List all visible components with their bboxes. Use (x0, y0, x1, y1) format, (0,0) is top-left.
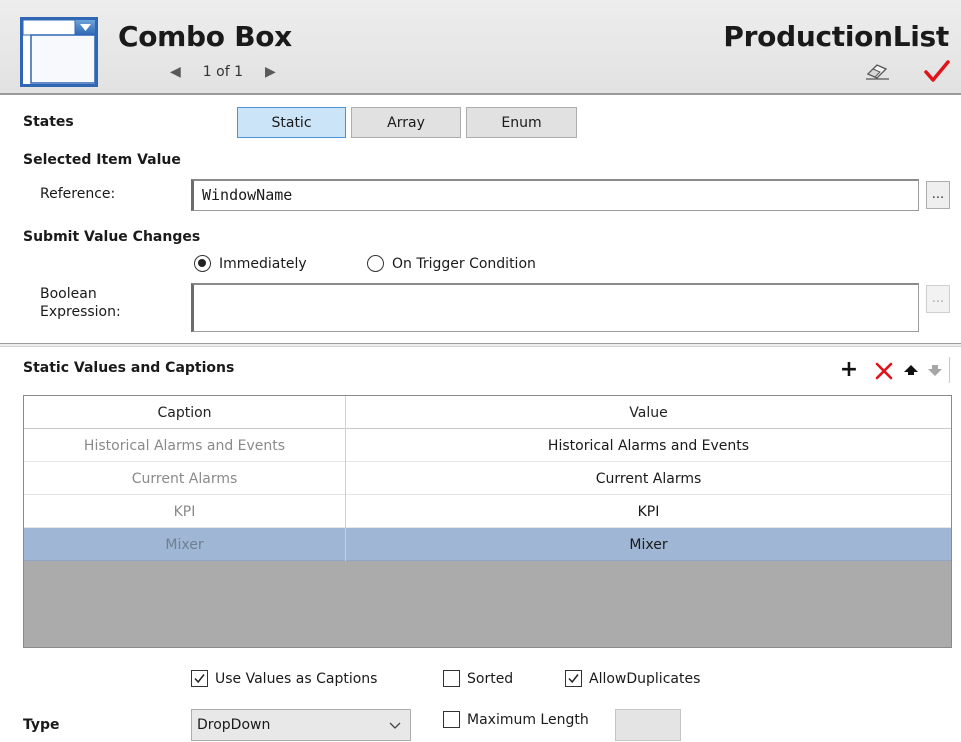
radio-on-trigger-indicator (367, 255, 384, 272)
next-page-icon[interactable]: ▶ (265, 64, 276, 80)
pager-text: 1 of 1 (202, 64, 243, 80)
boolean-browse-button[interactable]: ... (926, 285, 950, 313)
static-values-heading: Static Values and Captions (23, 360, 235, 376)
table-row[interactable]: Current Alarms Current Alarms (24, 462, 951, 495)
column-header-value[interactable]: Value (346, 396, 951, 429)
maximum-length-label: Maximum Length (467, 711, 589, 728)
page-title: Combo Box (118, 20, 292, 53)
object-name: ProductionList (723, 20, 949, 53)
selected-item-value-heading: Selected Item Value (23, 152, 181, 168)
column-separator (345, 396, 346, 561)
caption-cell: Mixer (165, 536, 204, 553)
reference-input[interactable]: WindowName (191, 179, 919, 211)
submit-value-changes-heading: Submit Value Changes (23, 229, 201, 245)
type-label: Type (23, 717, 60, 733)
radio-immediately-indicator (194, 255, 211, 272)
type-dropdown[interactable]: DropDown (191, 709, 411, 741)
caption-cell: KPI (173, 503, 196, 520)
value-cell: KPI (637, 503, 660, 520)
sorted-box (443, 670, 460, 687)
value-cell: Mixer (629, 536, 668, 553)
radio-immediately-label: Immediately (219, 255, 307, 272)
radio-on-trigger-condition[interactable]: On Trigger Condition (367, 255, 536, 272)
allow-duplicates-box (565, 670, 582, 687)
header-bar: Combo Box ◀ 1 of 1 ▶ ProductionList (0, 0, 961, 95)
states-label: States (23, 114, 74, 130)
column-header-caption[interactable]: Caption (24, 396, 345, 429)
boolean-expression-input[interactable] (191, 283, 919, 332)
maximum-length-box (443, 711, 460, 728)
boolean-expression-label: Boolean Expression: (40, 285, 121, 321)
radio-immediately[interactable]: Immediately (194, 255, 307, 272)
toolbar-separator (949, 357, 950, 383)
allow-duplicates-checkbox[interactable]: AllowDuplicates (565, 670, 700, 687)
state-array-button[interactable]: Array (351, 107, 461, 138)
grid-header: Caption Value (24, 396, 951, 429)
radio-on-trigger-label: On Trigger Condition (392, 255, 536, 272)
use-values-as-captions-box (191, 670, 208, 687)
reference-value: WindowName (202, 186, 293, 204)
use-values-as-captions-label: Use Values as Captions (215, 670, 378, 687)
add-icon[interactable]: + (838, 358, 860, 382)
maximum-length-input[interactable] (615, 709, 681, 741)
table-row-selected[interactable]: Mixer Mixer (24, 528, 951, 561)
allow-duplicates-label: AllowDuplicates (589, 670, 701, 687)
use-values-as-captions-checkbox[interactable]: Use Values as Captions (191, 670, 377, 687)
reference-label: Reference: (40, 186, 116, 202)
sorted-label: Sorted (467, 670, 514, 687)
state-static-button[interactable]: Static (237, 107, 346, 138)
table-row[interactable]: Historical Alarms and Events Historical … (24, 429, 951, 462)
reference-browse-button[interactable]: ... (926, 181, 950, 209)
static-values-grid: Caption Value Historical Alarms and Even… (23, 395, 952, 648)
boolean-label-line2: Expression: (40, 304, 121, 320)
apply-check-icon[interactable] (924, 59, 950, 83)
move-up-icon[interactable] (900, 358, 922, 382)
move-down-icon[interactable] (924, 358, 946, 382)
table-row[interactable]: KPI KPI (24, 495, 951, 528)
caption-cell: Current Alarms (131, 470, 238, 487)
pager: ◀ 1 of 1 ▶ (170, 64, 276, 80)
chevron-down-icon (389, 722, 401, 729)
section-divider (0, 343, 961, 347)
sorted-checkbox[interactable]: Sorted (443, 670, 513, 687)
type-dropdown-value: DropDown (197, 717, 271, 733)
previous-page-icon[interactable]: ◀ (170, 64, 181, 80)
caption-cell: Historical Alarms and Events (83, 437, 286, 454)
delete-icon[interactable] (873, 358, 895, 382)
boolean-label-line1: Boolean (40, 286, 97, 302)
eraser-icon[interactable] (864, 62, 890, 80)
combo-box-icon (20, 17, 98, 87)
state-enum-button[interactable]: Enum (466, 107, 577, 138)
maximum-length-checkbox[interactable]: Maximum Length (443, 711, 589, 728)
value-cell: Current Alarms (595, 470, 702, 487)
value-cell: Historical Alarms and Events (547, 437, 750, 454)
